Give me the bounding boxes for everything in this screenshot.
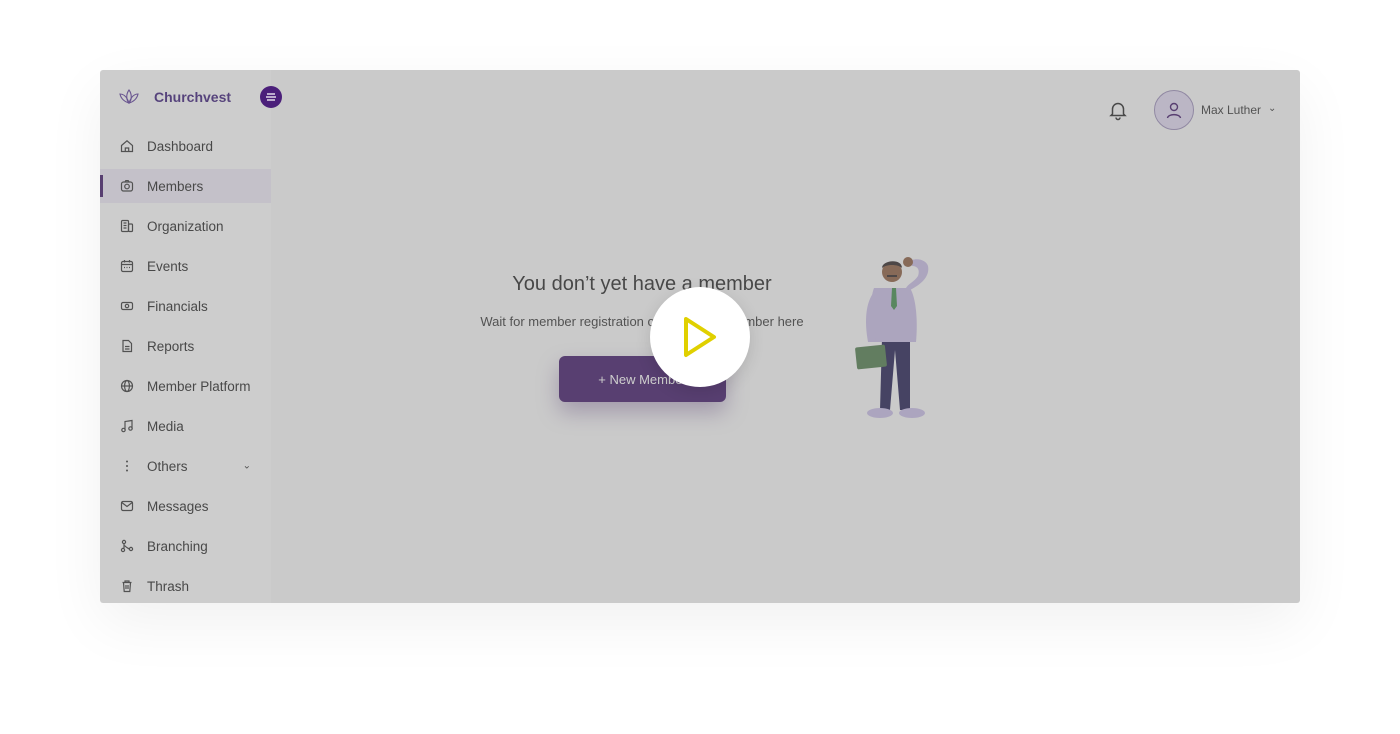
sidebar-item-financials[interactable]: Financials bbox=[100, 286, 271, 326]
bell-icon[interactable] bbox=[1107, 99, 1129, 121]
document-icon bbox=[119, 338, 135, 354]
sidebar-item-thrash[interactable]: Thrash bbox=[100, 566, 271, 603]
sidebar-item-label: Reports bbox=[147, 338, 195, 354]
money-icon bbox=[119, 298, 135, 314]
more-vertical-icon bbox=[119, 458, 135, 474]
sidebar-collapse-button[interactable] bbox=[260, 86, 282, 108]
globe-icon bbox=[119, 378, 135, 394]
sidebar-item-label: Dashboard bbox=[147, 138, 214, 154]
lotus-logo-icon bbox=[119, 87, 139, 107]
video-play-button[interactable] bbox=[650, 287, 750, 387]
sidebar-item-media[interactable]: Media bbox=[100, 406, 271, 446]
calendar-icon bbox=[119, 258, 135, 274]
sidebar-item-dashboard[interactable]: Dashboard bbox=[100, 126, 271, 166]
confused-man-illustration bbox=[855, 257, 929, 418]
brand-name: Churchvest bbox=[154, 89, 232, 105]
empty-state-title: You don’t yet have a member bbox=[512, 273, 772, 295]
empty-state-subtitle: Wait for member registration or add a ne… bbox=[480, 314, 804, 329]
sidebar-item-reports[interactable]: Reports bbox=[100, 326, 271, 366]
trash-icon bbox=[119, 578, 135, 594]
sidebar-item-others[interactable]: Others ⌄ bbox=[100, 446, 271, 486]
camera-icon bbox=[119, 178, 135, 194]
home-icon bbox=[119, 138, 135, 154]
sidebar-item-label: Thrash bbox=[147, 578, 190, 594]
menu-lines-icon bbox=[266, 93, 276, 101]
sidebar-item-label: Media bbox=[147, 418, 184, 434]
chevron-down-icon[interactable]: ⌄ bbox=[243, 461, 251, 472]
sidebar: Churchvest Dashboard Members Organizatio… bbox=[100, 70, 271, 603]
branch-icon bbox=[119, 538, 135, 554]
sidebar-item-label: Financials bbox=[147, 298, 208, 314]
mail-icon bbox=[119, 498, 135, 514]
sidebar-item-label: Events bbox=[147, 258, 189, 274]
sidebar-item-events[interactable]: Events bbox=[100, 246, 271, 286]
avatar[interactable] bbox=[1154, 90, 1194, 130]
stage: Churchvest Dashboard Members Organizatio… bbox=[0, 0, 1400, 734]
sidebar-item-label: Messages bbox=[147, 498, 209, 514]
sidebar-item-member-platform[interactable]: Member Platform bbox=[100, 366, 271, 406]
play-icon bbox=[684, 317, 716, 357]
music-icon bbox=[119, 418, 135, 434]
brand[interactable]: Churchvest bbox=[119, 86, 231, 108]
sidebar-nav: Dashboard Members Organization Events Fi… bbox=[100, 126, 271, 603]
sidebar-item-label: Members bbox=[147, 178, 204, 194]
sidebar-item-branching[interactable]: Branching bbox=[100, 526, 271, 566]
chevron-down-icon[interactable]: ⌄ bbox=[1268, 103, 1276, 114]
sidebar-item-label: Branching bbox=[147, 538, 208, 554]
sidebar-item-organization[interactable]: Organization bbox=[100, 206, 271, 246]
sidebar-item-members[interactable]: Members bbox=[100, 169, 271, 203]
sidebar-item-label: Others bbox=[147, 458, 188, 474]
building-icon bbox=[119, 218, 135, 234]
user-name[interactable]: Max Luther bbox=[1201, 103, 1261, 117]
sidebar-item-label: Member Platform bbox=[147, 378, 251, 394]
user-icon bbox=[1166, 102, 1182, 119]
sidebar-item-messages[interactable]: Messages bbox=[100, 486, 271, 526]
sidebar-item-label: Organization bbox=[147, 218, 224, 234]
